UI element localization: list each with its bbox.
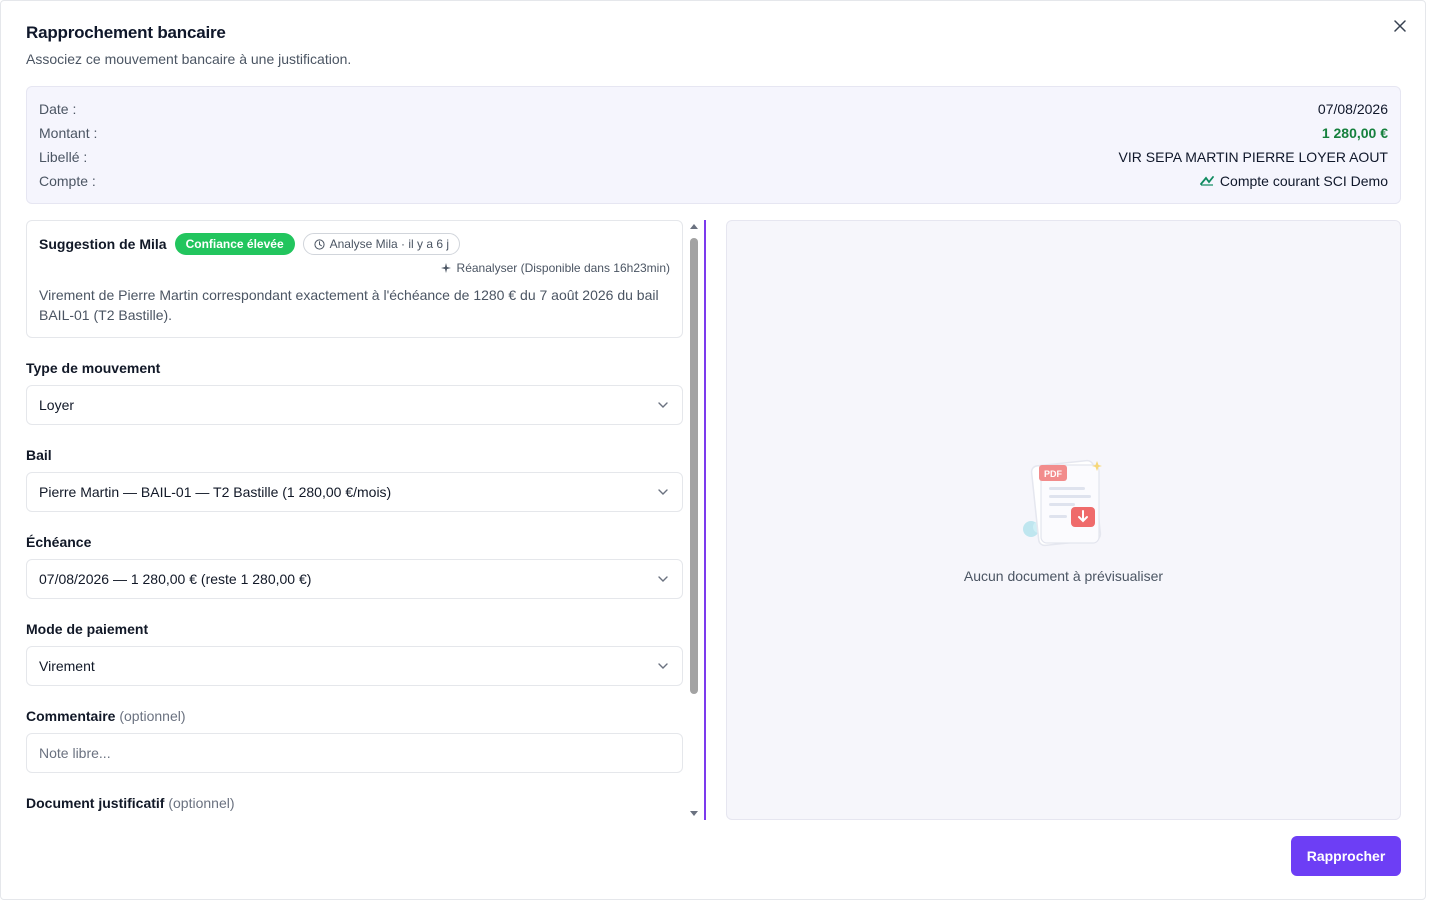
chevron-down-icon [658,576,668,582]
bank-logo-icon [1200,176,1214,186]
bail-value: Pierre Martin — BAIL-01 — T2 Bastille (1… [39,484,392,500]
suggestion-header: Suggestion de Mila Confiance élevée Anal… [39,233,670,255]
pdf-badge-text: PDF [1044,469,1063,479]
scroll-thumb[interactable] [690,238,698,694]
chevron-down-icon [658,663,668,669]
comment-input[interactable]: Note libre... [26,733,683,773]
date-label: Date : [39,101,77,117]
scroll-up-icon[interactable] [690,224,698,229]
account-value-wrap: Compte courant SCI Demo [1200,173,1388,189]
panel-resize-handle[interactable] [704,220,706,820]
chevron-down-icon [658,402,668,408]
rapprocher-button[interactable]: Rapprocher [1291,836,1401,876]
comment-placeholder: Note libre... [39,745,111,761]
form-scrollbar[interactable] [687,220,701,820]
amount-row: Montant : 1 280,00 € [39,121,1388,145]
reanalyse-button[interactable]: Réanalyser (Disponible dans 16h23min) [39,261,670,275]
account-value: Compte courant SCI Demo [1219,173,1388,189]
empty-preview-text: Aucun document à prévisualiser [963,568,1164,584]
chevron-down-icon [658,489,668,495]
document-label-wrap: Document justificatif (optionnel) [26,795,683,811]
echeance-value: 07/08/2026 — 1 280,00 € (reste 1 280,00 … [39,571,312,587]
sparkle-icon [440,263,451,273]
type-value: Loyer [39,397,75,413]
pdf-document-icon: PDF [1023,459,1102,547]
libelle-label: Libellé : [39,149,88,165]
scroll-down-icon[interactable] [690,811,698,816]
type-label: Type de mouvement [26,360,161,376]
comment-label-wrap: Commentaire (optionnel) [26,708,683,724]
mila-suggestion-card: Suggestion de Mila Confiance élevée Anal… [26,220,683,338]
date-value: 07/08/2026 [1317,101,1388,117]
libelle-row: Libellé : VIR SEPA MARTIN PIERRE LOYER A… [39,145,1388,169]
transaction-summary: Date : 07/08/2026 Montant : 1 280,00 € L… [26,86,1401,204]
dialog-title: Rapprochement bancaire [26,23,226,42]
analysis-badge: Analyse Mila · il y a 6 j [302,233,460,255]
document-preview-panel: PDF Aucun document à prévisualiser [726,220,1401,820]
bail-select[interactable]: Pierre Martin — BAIL-01 — T2 Bastille (1… [26,472,683,512]
payment-label: Mode de paiement [26,621,149,637]
account-row: Compte : Compte courant SCI Demo [39,169,1388,193]
libelle-value: VIR SEPA MARTIN PIERRE LOYER AOUT [1118,149,1388,165]
amount-label: Montant : [39,125,98,141]
payment-select[interactable]: Virement [26,646,683,686]
dialog-subtitle: Associez ce mouvement bancaire à une jus… [26,51,352,67]
reanalyse-label: Réanalyser (Disponible dans 16h23min) [456,261,670,275]
reconciliation-dialog: Rapprochement bancaire Associez ce mouve… [0,0,1426,900]
amount-value: 1 280,00 € [1321,125,1388,141]
echeance-label: Échéance [26,534,92,550]
suggestion-title: Suggestion de Mila [39,236,167,252]
comment-label: Commentaire [26,708,116,724]
echeance-select[interactable]: 07/08/2026 — 1 280,00 € (reste 1 280,00 … [26,559,683,599]
analysis-badge-text: Analyse Mila · il y a 6 j [329,237,449,251]
payment-value: Virement [39,658,95,674]
type-select[interactable]: Loyer [26,385,683,425]
document-label: Document justificatif [26,795,165,811]
form-panel: Suggestion de Mila Confiance élevée Anal… [26,220,683,820]
suggestion-text: Virement de Pierre Martin correspondant … [39,287,659,323]
account-label: Compte : [39,173,96,189]
confidence-badge: Confiance élevée [174,233,295,255]
comment-optional: (optionnel) [119,708,186,724]
date-row: Date : 07/08/2026 [39,97,1388,121]
clock-icon [314,238,325,250]
bail-label: Bail [26,447,52,463]
close-button[interactable] [1389,15,1411,37]
close-icon [1394,20,1406,32]
document-optional: (optionnel) [168,795,235,811]
